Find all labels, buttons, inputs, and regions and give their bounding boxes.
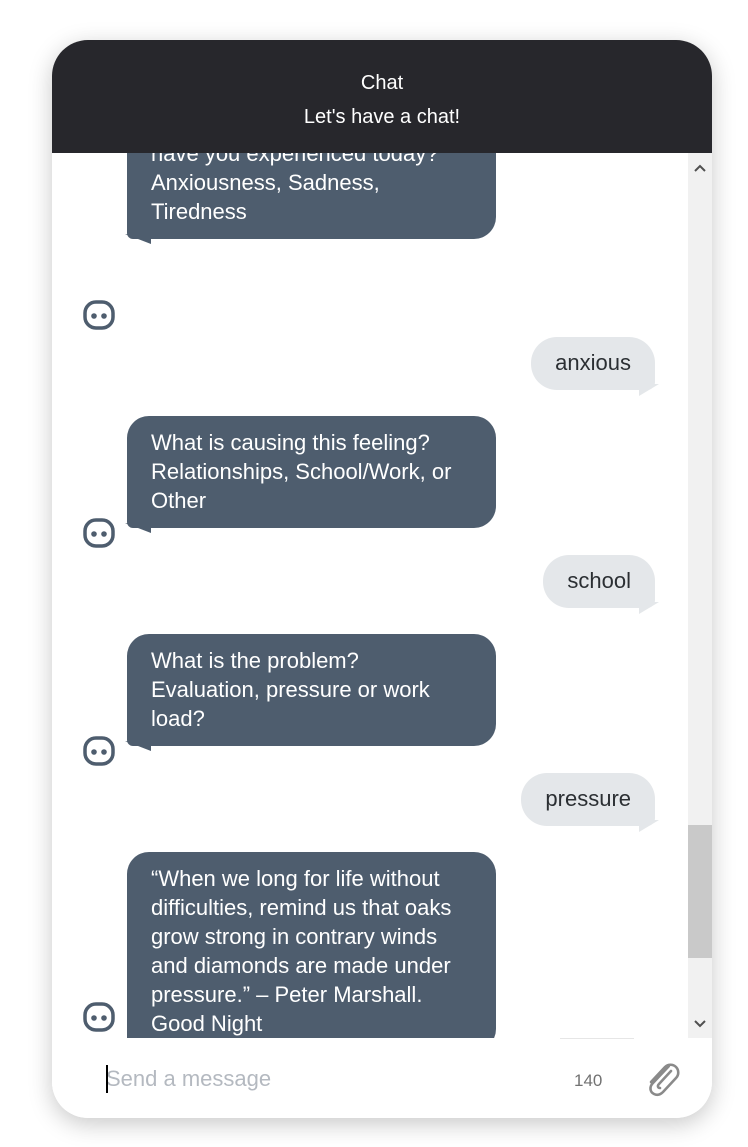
user-message: pressure bbox=[521, 773, 659, 832]
bot-face-icon bbox=[83, 1002, 115, 1032]
chat-subtitle: Let's have a chat! bbox=[303, 106, 461, 128]
text-caret bbox=[106, 1065, 108, 1093]
composer: 140 bbox=[52, 1038, 712, 1118]
message-scrollbar[interactable] bbox=[688, 153, 712, 1038]
divider bbox=[560, 1038, 634, 1039]
attach-button[interactable] bbox=[642, 1056, 682, 1100]
chevron-down-icon[interactable] bbox=[688, 1012, 712, 1036]
chat-header: Chat Let's have a chat! bbox=[52, 40, 712, 153]
bot-message: What is causing this feeling? Relationsh… bbox=[125, 416, 496, 533]
chat-window: Chat Let's have a chat! How many of thes… bbox=[52, 40, 712, 1118]
character-count: 140 bbox=[574, 1071, 603, 1090]
bot-message: How many of these feelings have you expe… bbox=[125, 153, 496, 244]
message-input[interactable] bbox=[106, 1062, 546, 1096]
chevron-up-icon[interactable] bbox=[688, 156, 712, 180]
user-message: school bbox=[543, 555, 659, 614]
bot-face-icon bbox=[83, 736, 115, 766]
bot-message: “When we long for life without difficult… bbox=[127, 852, 496, 1038]
bot-face-icon bbox=[83, 300, 115, 330]
user-message: anxious bbox=[531, 337, 659, 396]
scroll-thumb[interactable] bbox=[688, 825, 712, 958]
bot-message: What is the problem? Evaluation, pressur… bbox=[125, 634, 496, 751]
paperclip-icon bbox=[649, 1063, 680, 1097]
message-list[interactable]: How many of these feelings have you expe… bbox=[52, 153, 688, 1038]
bot-face-icon bbox=[83, 518, 115, 548]
chat-title: Chat bbox=[360, 72, 404, 94]
